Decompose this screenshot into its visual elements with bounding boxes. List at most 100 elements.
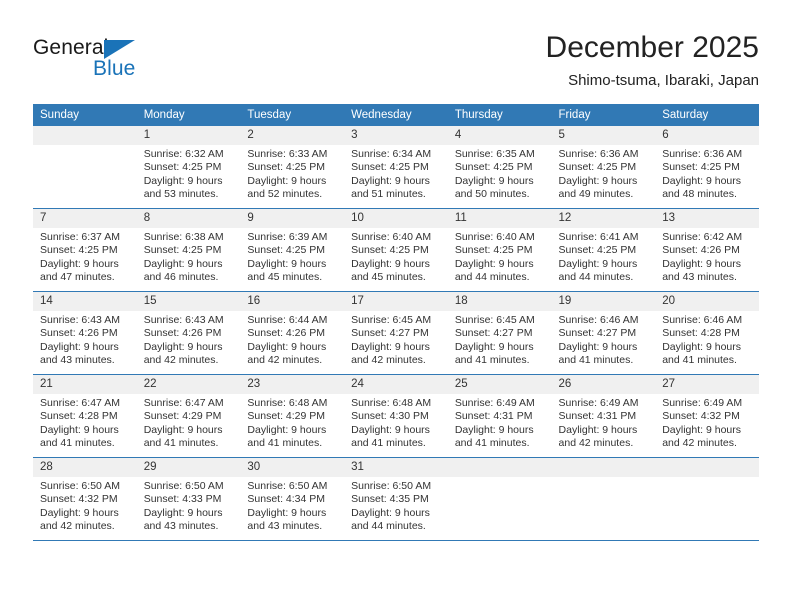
day-details: Sunrise: 6:36 AM Sunset: 4:25 PM Daylight:… — [655, 145, 759, 202]
daylight-text-line1: Daylight: 9 hours — [247, 174, 327, 187]
daylight-text-line1: Daylight: 9 hours — [351, 506, 430, 519]
calendar-day-cell[interactable]: 11 Sunrise: 6:40 AM Sunset: 4:25 PM Dayligh… — [447, 209, 552, 292]
weekday-header-row: Sunday Monday Tuesday Wednesday Thursday Frid… — [33, 104, 759, 126]
calendar-day-cell[interactable]: 5 Sunrise: 6:36 AM Sunset: 4:25 PM Daylight… — [551, 126, 656, 209]
sunrise-text: Sunrise: 6:45 AM — [351, 314, 432, 326]
calendar-day-cell[interactable]: 9 Sunrise: 6:39 AM Sunset: 4:25 PM Daylight… — [240, 209, 345, 292]
day-cell-inner: 10 Sunrise: 6:40 AM Sunset: 4:25 PM Dayligh… — [344, 209, 448, 292]
sunrise-text: Sunrise: 6:50 AM — [143, 480, 224, 492]
day-details: Sunrise: 6:47 AM Sunset: 4:28 PM Daylight:… — [33, 394, 137, 451]
calendar-day-cell[interactable]: 23 Sunrise: 6:48 AM Sunset: 4:29 PM Dayligh… — [240, 375, 345, 458]
daylight-text-line2: and 43 minutes. — [662, 271, 737, 284]
daylight-text-line1: Daylight: 9 hours — [143, 340, 223, 353]
day-cell-inner — [655, 458, 759, 541]
day-cell-inner — [33, 126, 137, 209]
calendar-day-cell[interactable]: 31 Sunrise: 6:50 AM Sunset: 4:35 PM Dayligh… — [344, 458, 448, 541]
calendar-day-cell[interactable]: 3 Sunrise: 6:34 AM Sunset: 4:25 PM Daylight… — [344, 126, 448, 209]
calendar-grid: Sunday Monday Tuesday Wednesday Thursday Frid… — [33, 104, 759, 541]
sunrise-text: Sunrise: 6:36 AM — [558, 148, 639, 160]
calendar-day-cell[interactable]: 20 Sunrise: 6:46 AM Sunset: 4:28 PM Dayligh… — [655, 292, 759, 375]
day-details: Sunrise: 6:50 AM Sunset: 4:32 PM Daylight:… — [33, 477, 137, 534]
daylight-text-line2: and 41 minutes. — [454, 354, 530, 367]
day-details: Sunrise: 6:46 AM Sunset: 4:28 PM Daylight:… — [655, 311, 759, 368]
sunset-text: Sunset: 4:32 PM — [662, 410, 740, 423]
calendar-day-cell[interactable]: 4 Sunrise: 6:35 AM Sunset: 4:25 PM Daylight… — [447, 126, 552, 209]
calendar-day-cell[interactable]: 29 Sunrise: 6:50 AM Sunset: 4:33 PM Dayligh… — [136, 458, 241, 541]
daylight-text-line2: and 43 minutes. — [247, 520, 323, 533]
daylight-text-line2: and 41 minutes. — [454, 437, 530, 450]
calendar-day-cell[interactable]: 27 Sunrise: 6:49 AM Sunset: 4:32 PM Dayligh… — [655, 375, 759, 458]
day-details: Sunrise: 6:50 AM Sunset: 4:35 PM Daylight:… — [344, 477, 448, 534]
calendar-day-cell[interactable]: 30 Sunrise: 6:50 AM Sunset: 4:34 PM Dayligh… — [240, 458, 345, 541]
calendar-day-cell[interactable]: 16 Sunrise: 6:44 AM Sunset: 4:26 PM Dayligh… — [240, 292, 345, 375]
calendar-day-cell[interactable]: 17 Sunrise: 6:45 AM Sunset: 4:27 PM Dayligh… — [344, 292, 448, 375]
daylight-text-line2: and 43 minutes. — [143, 520, 219, 533]
sunrise-text: Sunrise: 6:47 AM — [143, 397, 224, 409]
day-details: Sunrise: 6:39 AM Sunset: 4:25 PM Daylight:… — [240, 228, 344, 285]
calendar-day-cell[interactable]: 24 Sunrise: 6:48 AM Sunset: 4:30 PM Dayligh… — [344, 375, 448, 458]
daylight-text-line2: and 43 minutes. — [40, 354, 115, 367]
day-number: 21 — [33, 375, 137, 394]
sunset-text: Sunset: 4:25 PM — [558, 161, 637, 174]
day-details: Sunrise: 6:33 AM Sunset: 4:25 PM Daylight:… — [240, 145, 344, 202]
daylight-text-line1: Daylight: 9 hours — [247, 340, 327, 353]
calendar-day-cell[interactable]: 8 Sunrise: 6:38 AM Sunset: 4:25 PM Daylight… — [136, 209, 241, 292]
calendar-day-cell[interactable]: 18 Sunrise: 6:45 AM Sunset: 4:27 PM Dayligh… — [447, 292, 552, 375]
daylight-text-line1: Daylight: 9 hours — [40, 423, 119, 436]
day-number: 9 — [240, 209, 345, 228]
daylight-text-line2: and 42 minutes. — [247, 354, 323, 367]
calendar-day-cell[interactable]: 1 Sunrise: 6:32 AM Sunset: 4:25 PM Daylight… — [136, 126, 241, 209]
sunset-text: Sunset: 4:26 PM — [247, 327, 326, 340]
page-subtitle: Shimo-tsuma, Ibaraki, Japan — [568, 72, 759, 89]
calendar-day-cell[interactable]: 22 Sunrise: 6:47 AM Sunset: 4:29 PM Dayligh… — [136, 375, 241, 458]
day-cell-inner — [447, 458, 552, 541]
day-cell-inner: 1 Sunrise: 6:32 AM Sunset: 4:25 PM Daylight… — [136, 126, 241, 209]
calendar-day-cell[interactable]: 19 Sunrise: 6:46 AM Sunset: 4:27 PM Dayligh… — [551, 292, 656, 375]
calendar-day-cell[interactable]: 15 Sunrise: 6:43 AM Sunset: 4:26 PM Dayligh… — [136, 292, 241, 375]
sunset-text: Sunset: 4:26 PM — [662, 244, 740, 257]
sunset-text: Sunset: 4:25 PM — [143, 161, 222, 174]
calendar-body: 1 Sunrise: 6:32 AM Sunset: 4:25 PM Daylight… — [33, 126, 759, 541]
title-block: December 2025 Shimo-tsuma, Ibaraki, Japa… — [546, 30, 759, 92]
day-number: 7 — [33, 209, 137, 228]
day-number: 5 — [551, 126, 656, 145]
calendar-day-cell[interactable]: 26 Sunrise: 6:49 AM Sunset: 4:31 PM Dayligh… — [551, 375, 656, 458]
sunrise-text: Sunrise: 6:32 AM — [143, 148, 224, 160]
day-number: 17 — [344, 292, 448, 311]
calendar-day-cell[interactable]: 10 Sunrise: 6:40 AM Sunset: 4:25 PM Dayligh… — [344, 209, 448, 292]
day-cell-inner: 14 Sunrise: 6:43 AM Sunset: 4:26 PM Dayligh… — [33, 292, 137, 375]
calendar-week-row: 1 Sunrise: 6:32 AM Sunset: 4:25 PM Daylight… — [33, 126, 759, 209]
sunset-text: Sunset: 4:25 PM — [454, 161, 533, 174]
calendar-day-cell[interactable]: 14 Sunrise: 6:43 AM Sunset: 4:26 PM Dayligh… — [33, 292, 137, 375]
sunset-text: Sunset: 4:30 PM — [351, 410, 429, 423]
day-details: Sunrise: 6:36 AM Sunset: 4:25 PM Daylight:… — [552, 145, 656, 202]
calendar-day-cell[interactable]: 6 Sunrise: 6:36 AM Sunset: 4:25 PM Daylight… — [655, 126, 759, 209]
day-cell-inner: 31 Sunrise: 6:50 AM Sunset: 4:35 PM Dayligh… — [344, 458, 448, 541]
day-details: Sunrise: 6:48 AM Sunset: 4:29 PM Daylight:… — [240, 394, 344, 451]
daylight-text-line2: and 41 minutes. — [143, 437, 219, 450]
calendar-day-cell[interactable]: 21 Sunrise: 6:47 AM Sunset: 4:28 PM Dayligh… — [33, 375, 137, 458]
daylight-text-line2: and 42 minutes. — [40, 520, 115, 533]
general-blue-logo[interactable]: General Blue — [33, 36, 163, 86]
calendar-day-cell[interactable]: 12 Sunrise: 6:41 AM Sunset: 4:25 PM Dayligh… — [551, 209, 656, 292]
day-cell-inner: 17 Sunrise: 6:45 AM Sunset: 4:27 PM Dayligh… — [344, 292, 448, 375]
daylight-text-line1: Daylight: 9 hours — [558, 340, 638, 353]
calendar-day-cell[interactable]: 13 Sunrise: 6:42 AM Sunset: 4:26 PM Dayligh… — [655, 209, 759, 292]
day-number: 24 — [344, 375, 448, 394]
day-details: Sunrise: 6:43 AM Sunset: 4:26 PM Daylight:… — [137, 311, 241, 368]
calendar-day-cell[interactable]: 28 Sunrise: 6:50 AM Sunset: 4:32 PM Dayligh… — [33, 458, 137, 541]
day-number: 30 — [240, 458, 345, 477]
calendar-empty-cell — [551, 458, 656, 541]
calendar-day-cell[interactable]: 25 Sunrise: 6:49 AM Sunset: 4:31 PM Dayligh… — [447, 375, 552, 458]
weekday-header-friday: Friday — [551, 104, 656, 126]
calendar-day-cell[interactable]: 2 Sunrise: 6:33 AM Sunset: 4:25 PM Daylight… — [240, 126, 345, 209]
daylight-text-line1: Daylight: 9 hours — [247, 423, 327, 436]
daylight-text-line1: Daylight: 9 hours — [662, 340, 742, 353]
sunrise-text: Sunrise: 6:34 AM — [351, 148, 432, 160]
weekday-header-thursday: Thursday — [447, 104, 552, 126]
sunset-text: Sunset: 4:25 PM — [662, 161, 740, 174]
daylight-text-line2: and 51 minutes. — [351, 188, 426, 201]
daylight-text-line1: Daylight: 9 hours — [454, 174, 534, 187]
day-number: 10 — [344, 209, 448, 228]
calendar-day-cell[interactable]: 7 Sunrise: 6:37 AM Sunset: 4:25 PM Daylight… — [33, 209, 137, 292]
